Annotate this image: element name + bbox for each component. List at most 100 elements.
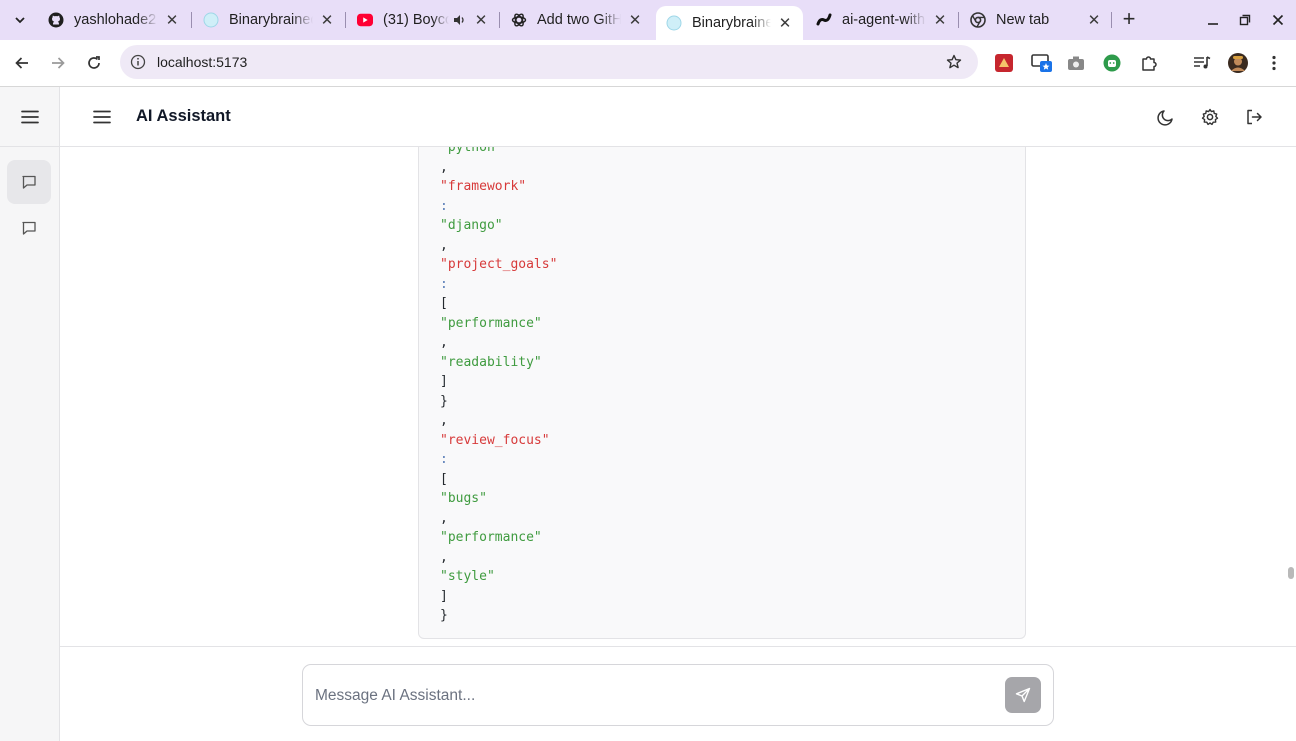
- extension-red-icon[interactable]: [993, 52, 1015, 74]
- chrome-icon: [970, 12, 986, 28]
- restore-icon[interactable]: [1235, 10, 1255, 30]
- hamburger-menu-icon[interactable]: [90, 107, 114, 127]
- code-line: ]: [440, 588, 448, 604]
- new-tab-plus-icon[interactable]: +: [1119, 8, 1139, 30]
- tab-divider: [345, 12, 346, 28]
- code-line: "performance": [440, 315, 542, 331]
- tab-title: ai-agent-with: [842, 12, 926, 28]
- browser-tab-5-active[interactable]: Binarybrained ✕: [656, 6, 803, 40]
- camera-icon[interactable]: [1065, 52, 1087, 74]
- composer-area: [60, 646, 1296, 741]
- browser-tab-7[interactable]: New tab ✕: [960, 5, 1112, 35]
- code-line: [: [440, 471, 448, 487]
- tab-divider: [499, 12, 500, 28]
- chat-bubble-icon: [22, 175, 36, 189]
- tab-title: Binarybrained: [692, 15, 771, 31]
- cast-extension-icon[interactable]: [1031, 52, 1053, 74]
- tab-divider: [1111, 12, 1112, 28]
- sidebar-chat-item-active[interactable]: [7, 160, 51, 204]
- extensions-puzzle-icon[interactable]: [1138, 52, 1160, 74]
- code-line: :: [440, 276, 448, 292]
- browser-tab-2[interactable]: Binarybrained ✕: [193, 5, 345, 35]
- tab-title: New tab: [996, 12, 1050, 28]
- code-block: "python", "framework": "django", "project_g…: [418, 147, 1026, 639]
- chat-messages-area[interactable]: "python", "framework": "django", "project_g…: [60, 147, 1296, 646]
- minimize-icon[interactable]: [1203, 10, 1223, 30]
- sidebar-chat-item[interactable]: [7, 206, 51, 250]
- message-box: [302, 664, 1054, 726]
- more-vertical-icon[interactable]: [1263, 52, 1285, 74]
- browser-tab-3[interactable]: (31) Boycott ✕: [347, 5, 499, 35]
- code-line: ,: [440, 549, 448, 565]
- code-line: ,: [440, 237, 448, 253]
- media-control-icon[interactable]: [1191, 52, 1213, 74]
- code-line: ,: [440, 510, 448, 526]
- code-line: "style": [440, 569, 495, 584]
- dark-mode-moon-icon[interactable]: [1155, 106, 1177, 128]
- code-line: ,: [440, 413, 448, 428]
- close-tab-icon[interactable]: ✕: [627, 12, 643, 29]
- message-input[interactable]: [315, 684, 995, 708]
- tab-title: (31) Boycott: [383, 12, 449, 28]
- browser-tab-strip: yashlohade2 ✕ Binarybrained ✕ (31) Boyco…: [0, 0, 1296, 40]
- code-line: "readability": [440, 354, 542, 370]
- sidebar: [0, 87, 60, 741]
- code-line: "project_goals": [440, 257, 558, 272]
- app-title: AI Assistant: [136, 107, 231, 125]
- forward-arrow-icon[interactable]: [46, 51, 70, 75]
- code-line: "review_focus": [440, 432, 550, 448]
- settings-gear-icon[interactable]: [1199, 106, 1221, 128]
- tab-search-chevron-icon[interactable]: [8, 9, 32, 31]
- close-tab-icon[interactable]: ✕: [932, 12, 948, 29]
- code-line: }: [440, 393, 448, 409]
- speaker-icon[interactable]: [451, 12, 467, 28]
- close-tab-icon[interactable]: ✕: [164, 12, 180, 29]
- app-header: AI Assistant: [60, 87, 1296, 147]
- youtube-icon: [357, 12, 373, 28]
- close-tab-icon[interactable]: ✕: [319, 12, 335, 29]
- code-line: ,: [440, 335, 448, 350]
- github-icon: [48, 12, 64, 28]
- tab-title: yashlohade2: [74, 12, 157, 28]
- browser-toolbar: localhost:5173: [0, 40, 1296, 86]
- close-window-icon[interactable]: [1268, 10, 1288, 30]
- code-line: ,: [440, 159, 448, 175]
- android-extension-icon[interactable]: [1101, 52, 1123, 74]
- code-line: "framework": [440, 179, 527, 194]
- browser-tab-6[interactable]: ai-agent-with ✕: [806, 5, 958, 35]
- bookmark-star-icon[interactable]: [944, 52, 964, 72]
- code-line: }: [440, 608, 448, 623]
- back-arrow-icon[interactable]: [10, 51, 34, 75]
- tab-title: Add two GitHub: [537, 12, 621, 28]
- tab-divider: [191, 12, 192, 28]
- send-button[interactable]: [1005, 677, 1041, 713]
- code-line: :: [440, 452, 448, 467]
- scrollbar-thumb[interactable]: [1288, 567, 1294, 579]
- close-tab-icon[interactable]: ✕: [1086, 12, 1102, 29]
- openai-icon: [511, 12, 527, 28]
- close-tab-icon[interactable]: ✕: [473, 12, 489, 29]
- sidebar-menu-icon[interactable]: [18, 107, 42, 127]
- code-line: "django": [440, 218, 503, 233]
- code-line: "python": [440, 147, 503, 155]
- logout-icon[interactable]: [1243, 106, 1265, 128]
- address-bar[interactable]: localhost:5173: [120, 45, 978, 79]
- code-line: [: [440, 296, 448, 311]
- url-text[interactable]: localhost:5173: [157, 54, 247, 70]
- code-line: ]: [440, 374, 448, 389]
- tab-title: Binarybrained: [229, 12, 313, 28]
- browser-tab-1[interactable]: yashlohade2 ✕: [38, 5, 190, 35]
- browser-tab-4[interactable]: Add two GitHub ✕: [501, 5, 653, 35]
- chat-bubble-icon: [22, 221, 36, 235]
- profile-avatar-icon[interactable]: [1227, 52, 1249, 74]
- agent-logo-icon: [816, 12, 832, 28]
- close-tab-icon[interactable]: ✕: [777, 15, 793, 32]
- globe-light-icon: [666, 15, 682, 31]
- globe-light-icon: [203, 12, 219, 28]
- code-line: :: [440, 198, 448, 214]
- send-arrow-icon: [1015, 687, 1031, 703]
- site-info-icon[interactable]: [129, 53, 147, 71]
- code-line: "performance": [440, 530, 542, 545]
- reload-icon[interactable]: [82, 51, 106, 75]
- code-line: "bugs": [440, 491, 487, 506]
